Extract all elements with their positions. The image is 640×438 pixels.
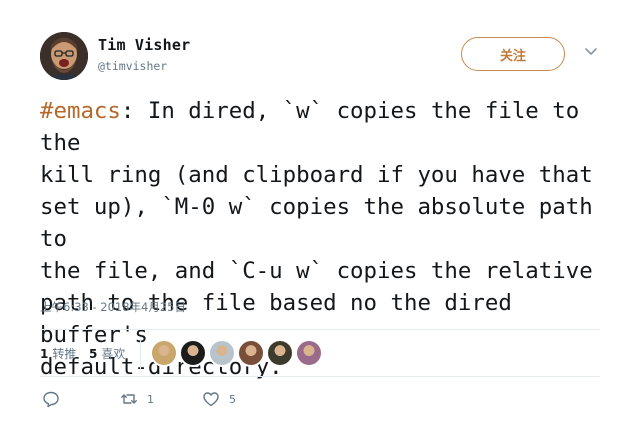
stats-separator — [140, 337, 141, 369]
retweets-stat[interactable]: 1 转推 — [40, 345, 76, 362]
chevron-down-icon[interactable] — [584, 47, 598, 57]
heart-icon — [203, 392, 219, 407]
reply-button[interactable] — [42, 390, 69, 408]
follow-button[interactable]: 关注 — [461, 37, 565, 71]
like-button[interactable]: 5 — [202, 390, 236, 408]
reply-icon — [43, 391, 59, 408]
author-display-name[interactable]: Tim Visher — [98, 36, 190, 54]
tweet-body: : In dired, `w` copies the file to the k… — [40, 98, 593, 380]
liker-avatar-4[interactable] — [237, 339, 265, 367]
tweet-text: #emacs: In dired, `w` copies the file to… — [40, 95, 610, 383]
user-photo-avatar-icon — [40, 32, 88, 80]
likes-count: 5 — [89, 347, 98, 361]
liker-avatar-6[interactable] — [295, 339, 323, 367]
divider — [40, 329, 600, 330]
like-count: 5 — [229, 392, 236, 406]
retweets-count: 1 — [40, 347, 49, 361]
likes-label: 喜欢 — [101, 347, 126, 361]
retweet-icon — [121, 394, 137, 404]
author-handle[interactable]: @timvisher — [98, 59, 167, 73]
hashtag-link[interactable]: #emacs — [40, 98, 121, 124]
liker-avatar-1[interactable] — [150, 339, 178, 367]
liker-avatar-3[interactable] — [208, 339, 236, 367]
retweet-count: 1 — [147, 392, 154, 406]
author-avatar[interactable] — [40, 32, 88, 80]
likes-stat[interactable]: 5 喜欢 — [89, 345, 125, 362]
liker-avatar-2[interactable] — [179, 339, 207, 367]
retweets-label: 转推 — [52, 347, 77, 361]
liker-avatar-5[interactable] — [266, 339, 294, 367]
divider — [40, 376, 600, 377]
tweet-timestamp[interactable]: 上午6:33 - 2018年4月25日 — [40, 299, 186, 315]
tweet-card: Tim Visher @timvisher 关注 #emacs: In dire… — [0, 0, 640, 438]
retweet-button[interactable]: 1 — [120, 390, 154, 408]
